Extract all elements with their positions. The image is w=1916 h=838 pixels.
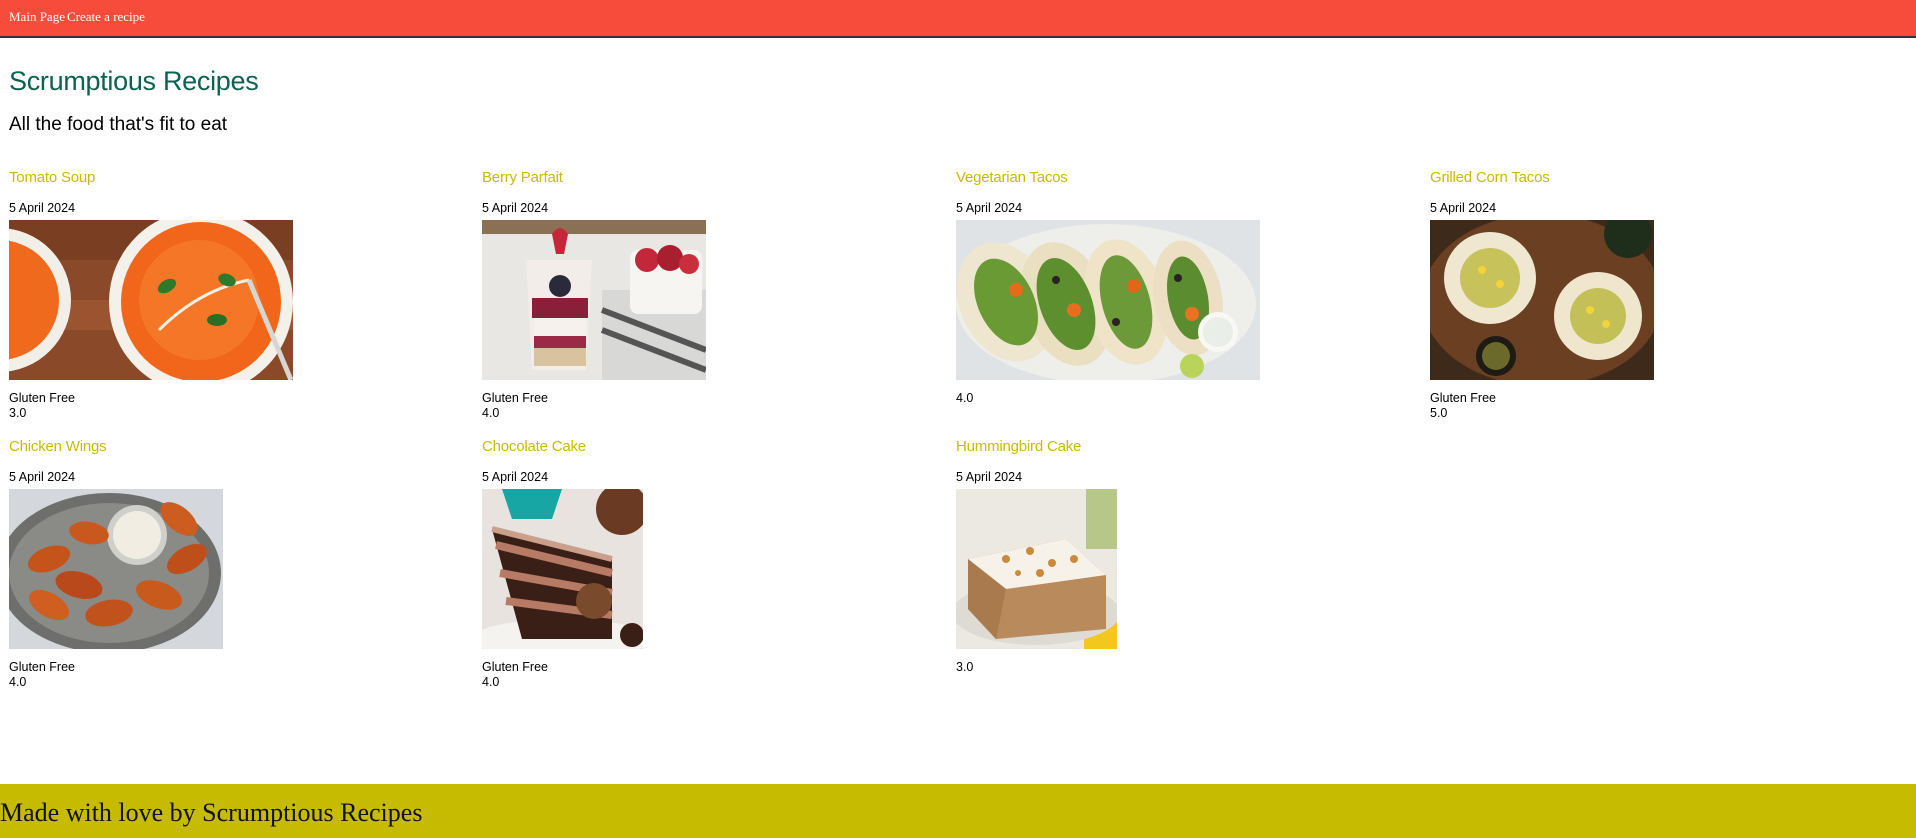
top-nav: Main Page Create a recipe	[0, 0, 1916, 38]
recipe-rating: 3.0	[956, 660, 974, 674]
recipe-card-grilled-corn-tacos: Grilled Corn Tacos 5 April 2024 Gluten F…	[1430, 169, 1890, 424]
recipe-rating: 4.0	[482, 406, 500, 420]
hummingbird-cake-photo	[956, 489, 1117, 649]
recipe-badge: Gluten Free	[482, 660, 549, 674]
recipe-card-vegetarian-tacos: Vegetarian Tacos 5 April 2024 4.0	[956, 169, 1416, 424]
recipe-badge: Gluten Free	[9, 391, 76, 405]
recipe-rating: 5.0	[1430, 406, 1448, 420]
recipe-image-hummingbird-cake[interactable]	[956, 489, 1117, 649]
recipe-title-link[interactable]: Berry Parfait	[482, 169, 942, 187]
recipe-title-link[interactable]: Chocolate Cake	[482, 438, 942, 456]
recipe-title-link[interactable]: Tomato Soup	[9, 169, 469, 187]
recipe-image-chicken-wings[interactable]	[9, 489, 223, 649]
recipe-rating: 4.0	[9, 675, 27, 689]
recipe-rating: 4.0	[956, 391, 974, 405]
recipe-image-vegetarian-tacos[interactable]	[956, 220, 1260, 380]
recipe-image-grilled-corn-tacos[interactable]	[1430, 220, 1654, 380]
berry-parfait-photo	[482, 220, 706, 380]
page-title: Scrumptious Recipes	[9, 66, 259, 96]
recipe-card-hummingbird-cake: Hummingbird Cake 5 April 2024 3.0	[956, 438, 1416, 693]
recipe-rating: 3.0	[9, 406, 27, 420]
chocolate-cake-photo	[482, 489, 643, 649]
recipe-title-link[interactable]: Chicken Wings	[9, 438, 469, 456]
site-footer: Made with love by Scrumptious Recipes	[0, 784, 1916, 838]
recipe-date: 5 April 2024	[956, 201, 1023, 215]
recipe-date: 5 April 2024	[956, 470, 1023, 484]
page-subtitle: All the food that's fit to eat	[9, 114, 228, 135]
recipe-image-berry-parfait[interactable]	[482, 220, 706, 380]
recipe-date: 5 April 2024	[9, 201, 76, 215]
recipe-date: 5 April 2024	[482, 470, 549, 484]
chicken-wings-photo	[9, 489, 223, 649]
recipe-card-tomato-soup: Tomato Soup 5 April 2024 Gluten Free 3.0	[9, 169, 469, 424]
nav-main-page-link[interactable]: Main Page	[9, 9, 65, 25]
nav-create-recipe-link[interactable]: Create a recipe	[67, 9, 145, 25]
recipe-card-berry-parfait: Berry Parfait 5 April 2024 Gluten Free 4…	[482, 169, 942, 424]
recipe-badge: Gluten Free	[1430, 391, 1497, 405]
recipe-image-chocolate-cake[interactable]	[482, 489, 643, 649]
recipe-card-chicken-wings: Chicken Wings 5 April 2024 Gluten Free 4…	[9, 438, 469, 693]
tomato-soup-photo	[9, 220, 293, 380]
recipe-date: 5 April 2024	[1430, 201, 1497, 215]
recipe-date: 5 April 2024	[9, 470, 76, 484]
recipe-title-link[interactable]: Grilled Corn Tacos	[1430, 169, 1890, 187]
recipe-card-chocolate-cake: Chocolate Cake 5 April 2024 Gluten Free …	[482, 438, 942, 693]
recipe-image-tomato-soup[interactable]	[9, 220, 293, 380]
recipe-date: 5 April 2024	[482, 201, 549, 215]
grilled-corn-tacos-photo	[1430, 220, 1654, 380]
recipe-badge: Gluten Free	[9, 660, 76, 674]
recipe-title-link[interactable]: Hummingbird Cake	[956, 438, 1416, 456]
recipe-badge: Gluten Free	[482, 391, 549, 405]
vegetarian-tacos-photo	[956, 220, 1260, 380]
recipe-title-link[interactable]: Vegetarian Tacos	[956, 169, 1416, 187]
recipe-rating: 4.0	[482, 675, 500, 689]
footer-text: Made with love by Scrumptious Recipes	[0, 798, 423, 827]
